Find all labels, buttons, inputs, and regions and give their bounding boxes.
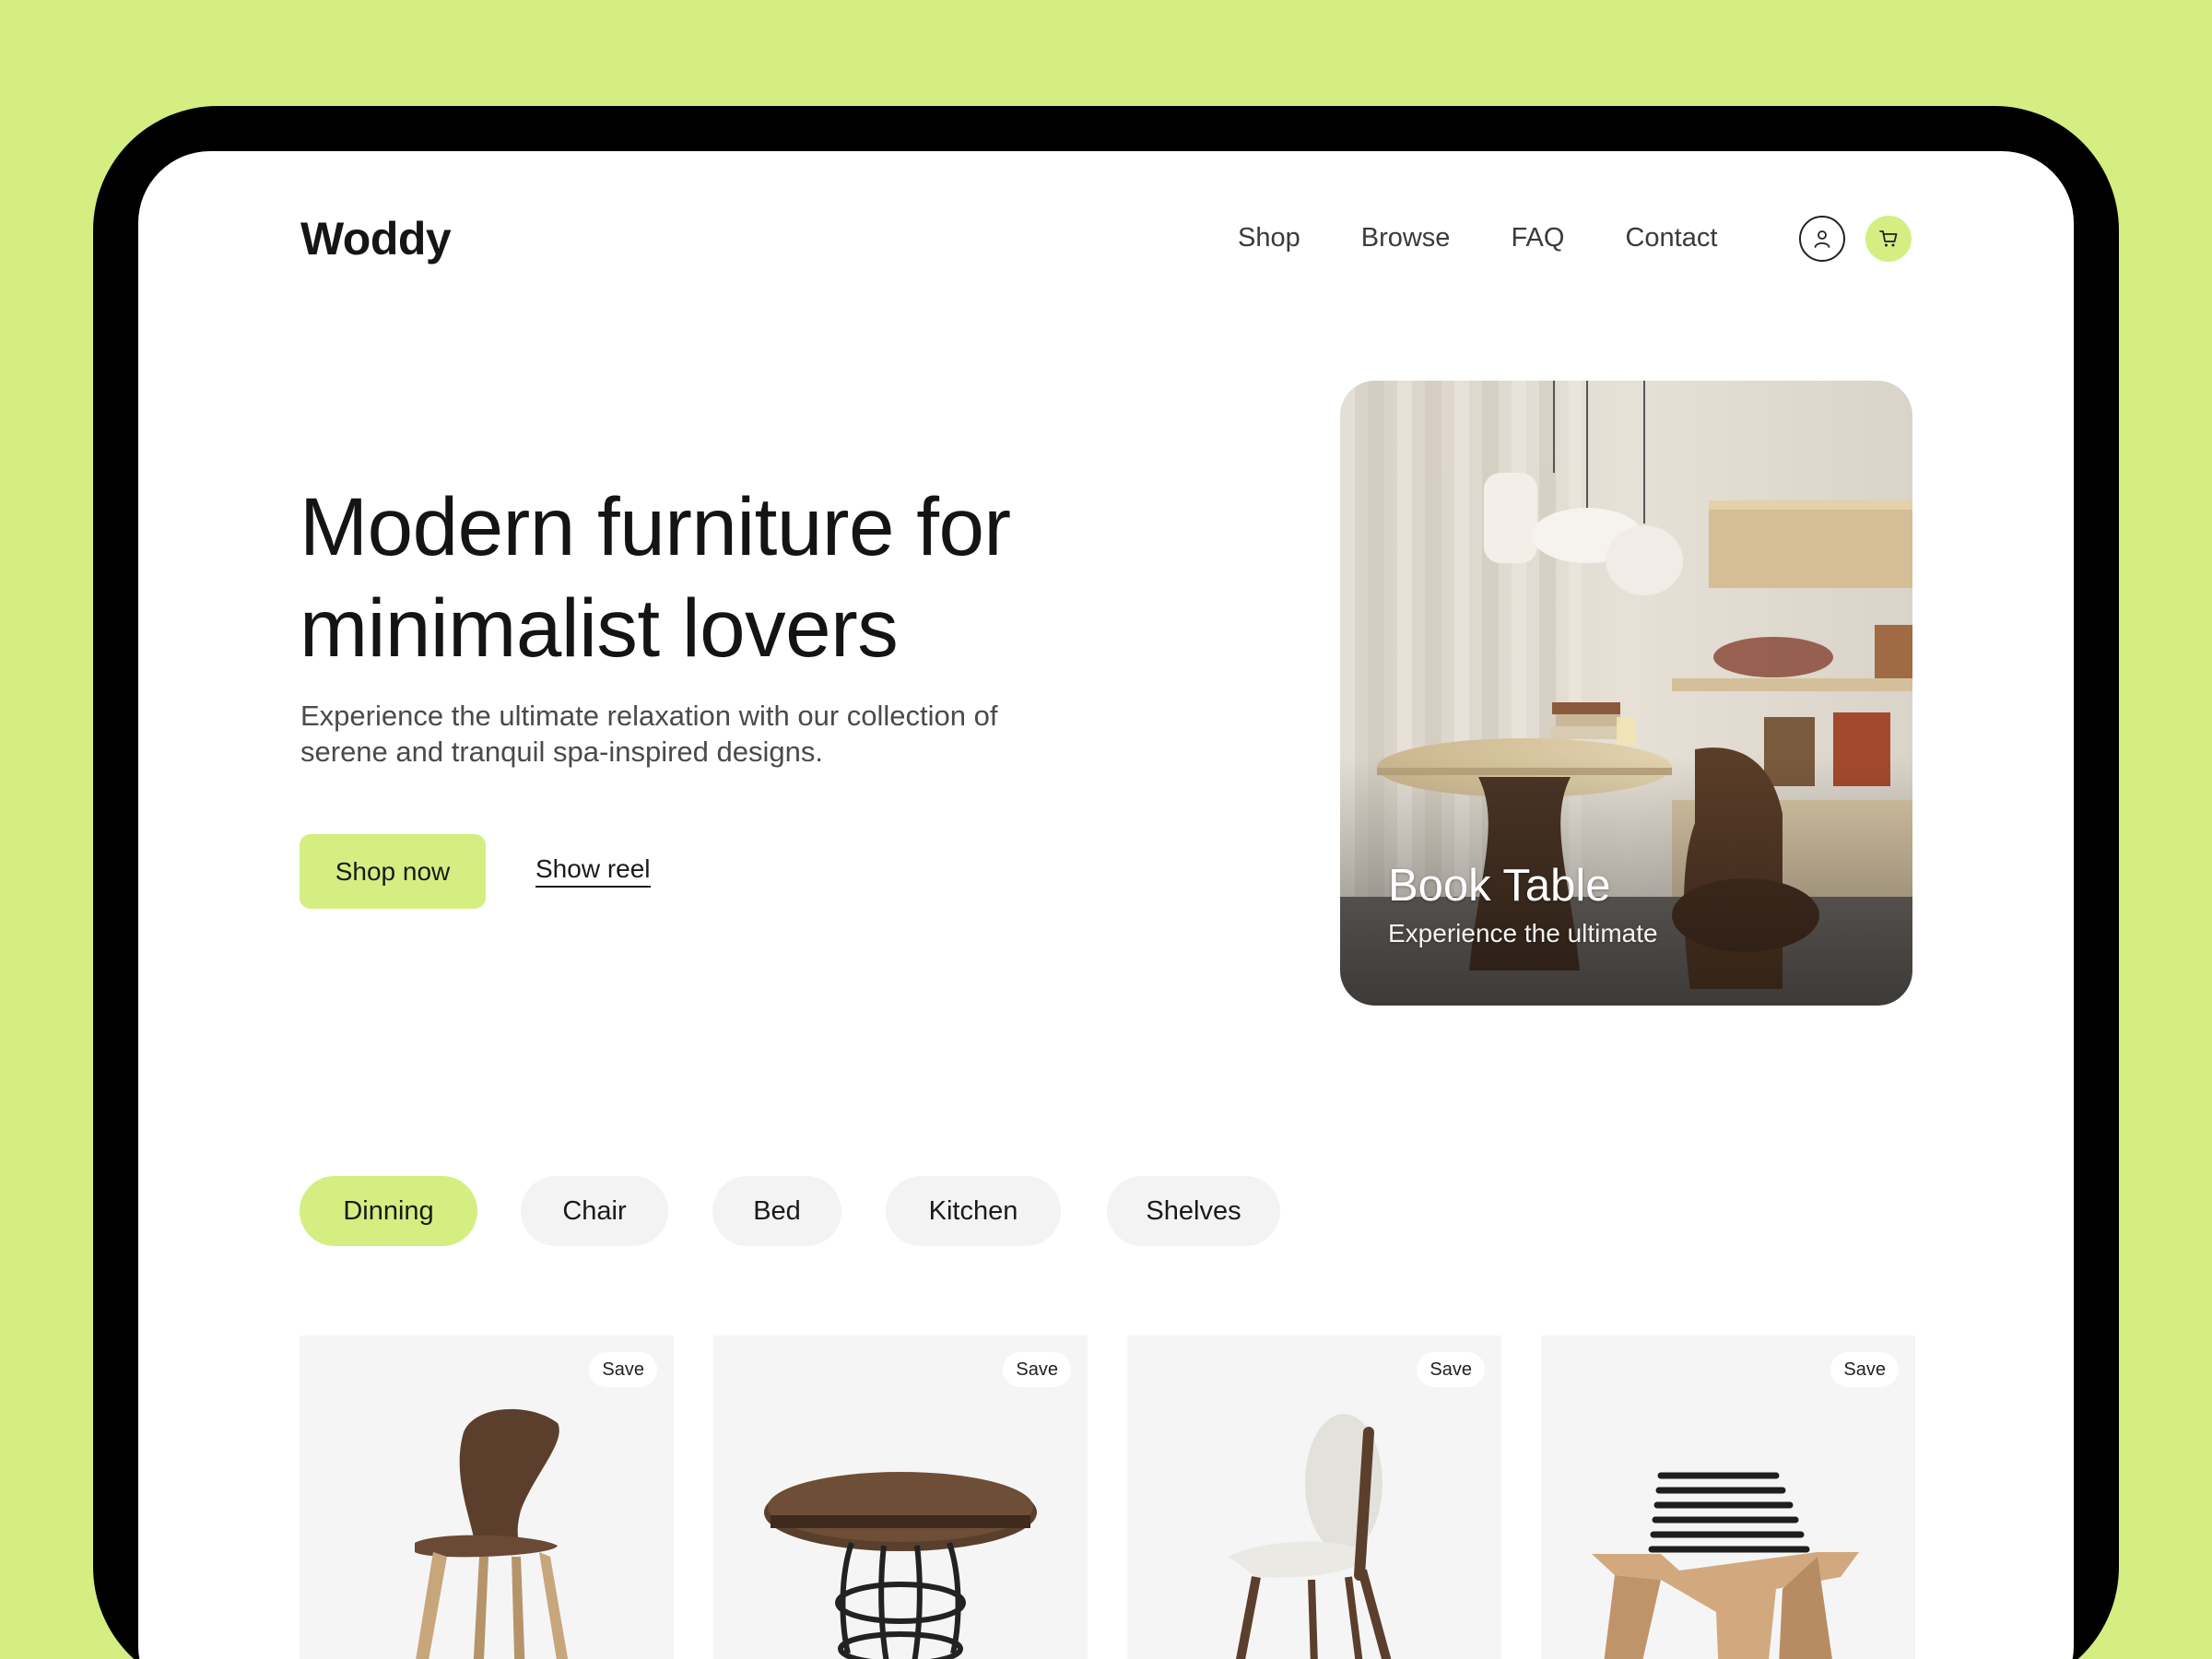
featured-subtitle: Experience the ultimate — [1388, 919, 1658, 947]
hero-title-line1: Modern furniture for — [300, 480, 1011, 572]
cart-button[interactable] — [1865, 216, 1912, 262]
tab-chair[interactable]: Chair — [521, 1176, 668, 1246]
nav-faq[interactable]: FAQ — [1511, 221, 1564, 254]
tab-shelves[interactable]: Shelves — [1107, 1176, 1280, 1246]
nav-browse[interactable]: Browse — [1361, 221, 1451, 254]
show-reel-link[interactable]: Show reel — [535, 853, 651, 888]
nav-contact[interactable]: Contact — [1625, 221, 1717, 254]
nav-shop[interactable]: Shop — [1238, 221, 1300, 254]
shop-now-button[interactable]: Shop now — [300, 834, 486, 909]
cart-icon — [1879, 230, 1898, 247]
hero-subtitle-line2: serene and tranquil spa-inspired designs… — [300, 735, 823, 768]
save-button[interactable]: Save — [1003, 1352, 1071, 1387]
hero-title: Modern furniture for minimalist lovers — [300, 476, 1147, 678]
tab-bed[interactable]: Bed — [712, 1176, 841, 1246]
hero-subtitle: Experience the ultimate relaxation with … — [300, 698, 1093, 770]
save-button[interactable]: Save — [589, 1352, 657, 1387]
product-card[interactable]: Save — [713, 1335, 1088, 1659]
featured-room-image — [1340, 381, 1912, 1006]
main-nav: Shop Browse FAQ Contact — [1238, 221, 1717, 254]
hero-title-line2: minimalist lovers — [300, 582, 899, 674]
user-icon — [1814, 230, 1830, 248]
product-card[interactable]: Save — [1127, 1335, 1501, 1659]
product-card[interactable]: Save — [1541, 1335, 1915, 1659]
tab-dinning[interactable]: Dinning — [300, 1176, 477, 1246]
brand-logo[interactable]: Woddy — [300, 212, 452, 265]
tab-kitchen[interactable]: Kitchen — [886, 1176, 1061, 1246]
product-card[interactable]: Save — [300, 1335, 674, 1659]
featured-card[interactable]: Book Table Experience the ultimate — [1340, 381, 1912, 1006]
browser-screen: Woddy Shop Browse FAQ Contact Modern fur… — [138, 151, 2074, 1659]
save-button[interactable]: Save — [1417, 1352, 1485, 1387]
hero-subtitle-line1: Experience the ultimate relaxation with … — [300, 700, 998, 732]
save-button[interactable]: Save — [1830, 1352, 1899, 1387]
featured-title: Book Table — [1388, 861, 1611, 911]
account-button[interactable] — [1799, 216, 1845, 262]
